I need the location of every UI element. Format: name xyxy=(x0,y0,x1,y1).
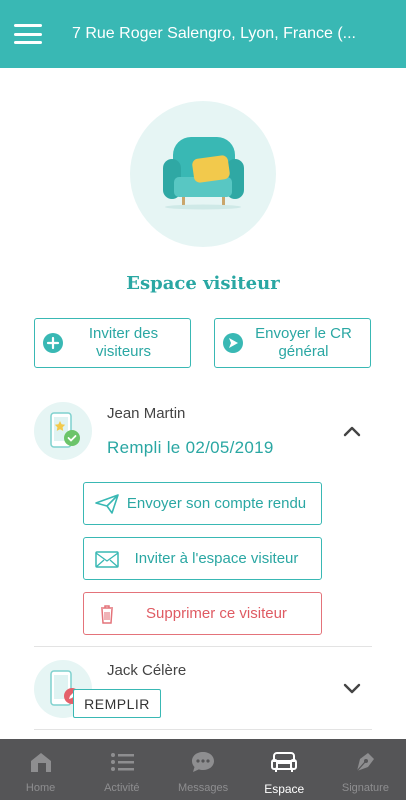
send-arrow-icon xyxy=(223,333,243,353)
top-app-bar: 7 Rue Roger Salengro, Lyon, France (... xyxy=(0,0,406,68)
home-icon xyxy=(30,753,51,772)
nav-home[interactable]: Home xyxy=(0,739,81,800)
armchair-icon xyxy=(163,137,244,210)
nav-label: Messages xyxy=(177,782,229,794)
paper-plane-icon xyxy=(95,493,119,514)
send-report-button[interactable]: Envoyer son compte rendu xyxy=(83,482,322,525)
nav-label: Signature xyxy=(341,782,389,794)
invite-visitor-space-label: Inviter à l'espace visiteur xyxy=(134,550,299,567)
send-general-report-button[interactable]: Envoyer le CR général xyxy=(214,318,371,368)
nav-label: Home xyxy=(25,782,56,794)
delete-visitor-label: Supprimer ce visiteur xyxy=(146,605,287,622)
nav-label: Espace xyxy=(264,782,305,796)
nav-label: Activité xyxy=(104,782,140,794)
address-title: 7 Rue Roger Salengro, Lyon, France (... xyxy=(72,25,356,42)
hamburger-menu-icon[interactable] xyxy=(14,24,42,44)
invite-visitors-button[interactable]: Inviter des visiteurs xyxy=(34,318,191,368)
visitor-status: Rempli le 02/05/2019 xyxy=(107,438,274,457)
delete-visitor-button[interactable]: Supprimer ce visiteur xyxy=(83,592,322,635)
visitor-name: Jack Célère xyxy=(107,662,187,679)
chat-bubble-icon xyxy=(192,752,214,772)
list-icon xyxy=(110,753,134,771)
send-report-label: Envoyer son compte rendu xyxy=(126,495,307,512)
fill-button[interactable]: REMPLIR xyxy=(73,689,161,718)
send-general-report-label: Envoyer le CR général xyxy=(255,325,352,360)
armchair-icon xyxy=(271,752,298,772)
divider xyxy=(34,729,372,730)
nav-messages[interactable]: Messages xyxy=(162,739,243,800)
nav-signature[interactable]: Signature xyxy=(325,739,406,800)
invite-visitor-space-button[interactable]: Inviter à l'espace visiteur xyxy=(83,537,322,580)
plus-icon xyxy=(43,333,63,353)
envelope-icon xyxy=(95,550,119,568)
divider xyxy=(34,646,372,647)
trash-icon xyxy=(101,604,113,624)
visitor-card-jean-martin[interactable]: Jean Martin Rempli le 02/05/2019 xyxy=(34,402,372,462)
phone-star-check-icon xyxy=(50,412,80,448)
visitor-name: Jean Martin xyxy=(107,405,186,422)
pen-nib-icon xyxy=(356,753,375,772)
chevron-up-icon[interactable] xyxy=(342,424,362,438)
section-title: Espace visiteur xyxy=(126,273,280,294)
nav-espace[interactable]: Espace xyxy=(244,739,325,800)
bottom-navigation: Home Activité Messages Espace Signature xyxy=(0,739,406,800)
visitor-avatar xyxy=(34,402,92,460)
chevron-down-icon[interactable] xyxy=(342,682,362,696)
invite-visitors-label: Inviter des visiteurs xyxy=(88,325,159,360)
armchair-illustration xyxy=(130,101,276,247)
nav-activite[interactable]: Activité xyxy=(81,739,162,800)
